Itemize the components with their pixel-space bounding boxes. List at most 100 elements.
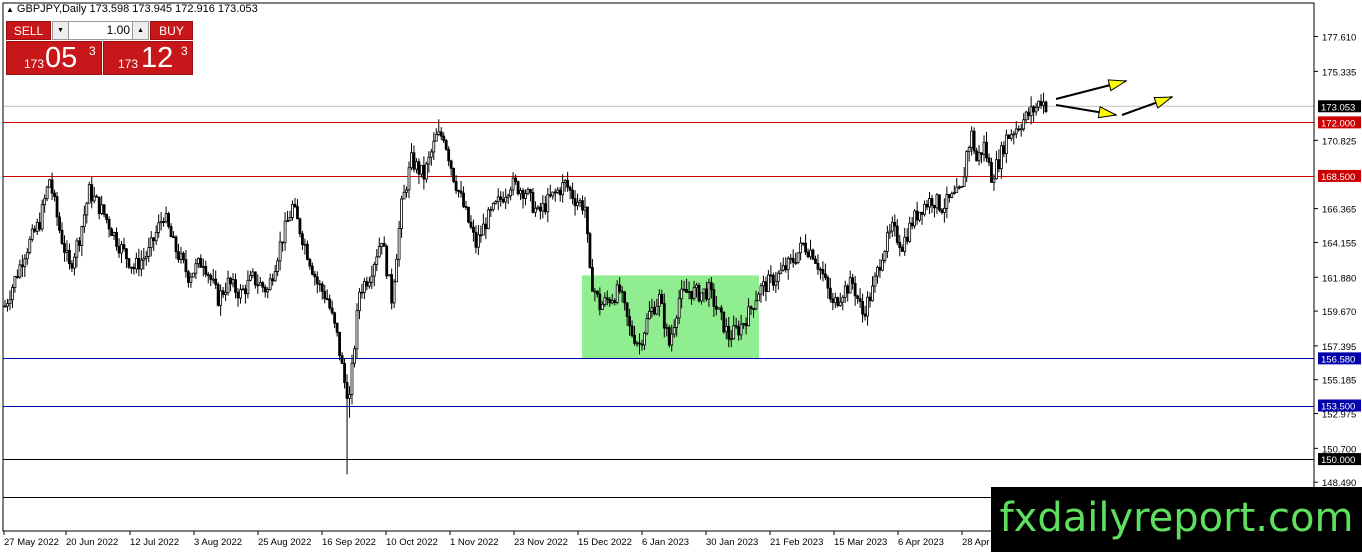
candle-61[interactable] [154,225,158,245]
candle-21[interactable] [55,191,59,226]
candle-91[interactable] [229,276,232,292]
candle-354[interactable] [881,253,884,272]
candle-408[interactable] [1014,121,1018,139]
candle-129[interactable] [323,284,327,304]
candle-126[interactable] [315,271,319,294]
candle-173[interactable] [432,132,436,160]
candle-182[interactable] [454,175,458,194]
candle-334[interactable] [831,292,835,311]
candle-340[interactable] [846,284,850,302]
candle-222[interactable] [553,188,557,202]
candle-136[interactable] [340,352,344,364]
candle-401[interactable] [997,149,1001,173]
candle-165[interactable] [412,145,416,173]
candle-112[interactable] [281,241,285,252]
candle-75[interactable] [189,272,193,288]
candle-114[interactable] [286,210,289,223]
candle-169[interactable] [422,156,426,190]
candle-147[interactable] [367,276,371,289]
candle-25[interactable] [65,240,69,262]
candle-148[interactable] [370,265,374,289]
candle-55[interactable] [139,250,143,277]
candle-326[interactable] [811,248,815,261]
candle-79[interactable] [199,254,203,268]
candle-152[interactable] [380,242,384,255]
candle-419[interactable] [1042,92,1045,114]
candle-318[interactable] [791,249,795,268]
candle-178[interactable] [444,138,448,151]
candle-306[interactable] [762,275,765,297]
candle-63[interactable] [159,212,163,231]
candle-410[interactable] [1019,123,1023,137]
candle-363[interactable] [903,227,907,256]
candle-157[interactable] [392,279,396,309]
candle-104[interactable] [261,280,265,293]
candle-199[interactable] [496,188,500,211]
candle-80[interactable] [201,258,205,277]
candle-27[interactable] [70,260,74,272]
candle-7[interactable] [20,254,24,278]
candle-332[interactable] [826,275,830,299]
candle-313[interactable] [779,262,783,275]
candle-161[interactable] [402,184,406,200]
candle-95[interactable] [239,284,242,304]
candle-100[interactable] [251,268,255,279]
candle-231[interactable] [576,193,579,211]
candle-137[interactable] [343,358,346,389]
candle-162[interactable] [405,186,408,198]
candle-151[interactable] [377,237,381,258]
candle-135[interactable] [338,331,342,361]
candle-369[interactable] [918,211,921,223]
candle-367[interactable] [913,208,917,229]
candle-224[interactable] [558,186,562,202]
candle-13[interactable] [35,218,39,236]
candle-32[interactable] [82,205,86,233]
candle-85[interactable] [214,270,218,289]
candle-217[interactable] [541,195,545,219]
candle-82[interactable] [206,271,210,284]
candle-376[interactable] [935,193,939,214]
candle-368[interactable] [915,201,919,225]
candle-223[interactable] [556,186,560,195]
candle-62[interactable] [157,214,161,238]
forecast-arrow-1[interactable] [1055,104,1118,119]
candle-391[interactable] [972,127,976,155]
candle-105[interactable] [263,284,267,298]
candle-116[interactable] [291,200,294,221]
candle-102[interactable] [256,274,260,294]
candle-24[interactable] [63,235,66,262]
candle-64[interactable] [162,217,166,227]
candle-109[interactable] [273,264,277,282]
candle-143[interactable] [358,288,361,320]
candle-356[interactable] [885,225,889,259]
candle-184[interactable] [459,180,463,198]
candle-144[interactable] [360,283,364,299]
candle-45[interactable] [115,227,118,251]
candle-123[interactable] [308,257,312,270]
candle-52[interactable] [132,263,136,275]
candle-382[interactable] [950,191,954,199]
candle-324[interactable] [806,248,810,259]
candle-121[interactable] [303,238,307,255]
candle-53[interactable] [134,252,138,274]
candle-16[interactable] [43,194,47,213]
candle-228[interactable] [568,185,572,200]
candle-215[interactable] [536,205,540,211]
candle-373[interactable] [928,191,931,215]
candle-229[interactable] [571,182,574,205]
candle-359[interactable] [893,214,897,237]
candle-189[interactable] [472,219,475,242]
candle-145[interactable] [362,277,366,300]
candle-206[interactable] [514,174,517,185]
candle-210[interactable] [524,189,527,206]
candle-214[interactable] [534,201,537,217]
candle-124[interactable] [310,262,314,276]
candle-236[interactable] [588,231,592,269]
volume-value[interactable]: 1.00 [71,22,130,39]
candle-181[interactable] [452,167,456,184]
candle-314[interactable] [781,257,785,272]
candle-409[interactable] [1017,125,1021,132]
buy-price-box[interactable]: 173 12 3 [103,41,193,75]
candle-188[interactable] [469,215,473,230]
candle-280[interactable] [697,282,701,303]
